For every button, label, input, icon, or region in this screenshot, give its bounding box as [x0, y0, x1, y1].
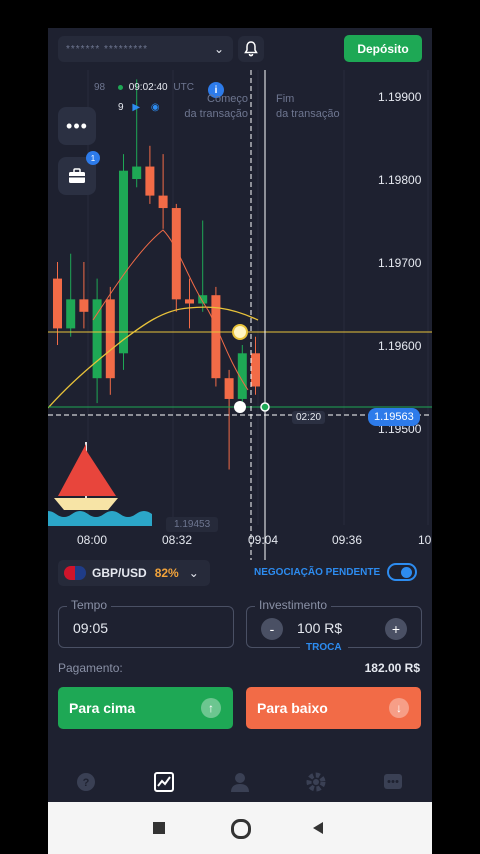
candle-body: [171, 208, 181, 300]
help-icon: ?: [77, 773, 95, 791]
asset-pair: GBP/USD: [92, 566, 147, 580]
chat-icon: [384, 774, 402, 789]
open-price-marker[interactable]: [232, 324, 248, 340]
live-dot-icon: [117, 85, 123, 90]
account-selector[interactable]: ******* ********* ⌄: [58, 36, 233, 62]
chart-icon: [154, 772, 174, 792]
currency-switch[interactable]: TROCA: [300, 642, 348, 653]
candle-body: [53, 278, 62, 329]
x-tick: 09:04: [248, 533, 279, 547]
flag-icon: [64, 566, 86, 580]
candle-body: [224, 378, 234, 399]
start-label-line2: da transação: [184, 108, 248, 120]
chevron-down-icon: ⌄: [188, 566, 199, 580]
current-price-marker: [234, 401, 246, 413]
nav-help[interactable]: ?: [72, 768, 100, 796]
payout-label: Pagamento:: [58, 661, 123, 675]
down-button[interactable]: Para baixo ↓: [246, 687, 421, 729]
payout-value: 182.00 R$: [364, 661, 420, 675]
bottom-nav: ?: [48, 764, 432, 802]
down-label: Para baixo: [257, 700, 328, 716]
start-label-line1: Começo: [207, 93, 248, 105]
bell-icon: [244, 41, 258, 57]
arrow-up-icon: ↑: [201, 698, 221, 718]
chart-time: 09:02:40: [128, 82, 168, 93]
pending-trade-label: NEGOCIAÇÃO PENDENTE: [254, 567, 381, 578]
home-button[interactable]: [231, 819, 251, 839]
system-nav-bar: [48, 802, 432, 854]
top-bar: ******* ********* ⌄ Depósito: [48, 28, 432, 70]
x-tick: 08:00: [77, 533, 108, 547]
up-button[interactable]: Para cima ↑: [58, 687, 233, 729]
svg-text:?: ?: [83, 777, 90, 789]
candle-body: [92, 299, 102, 379]
end-label-line2: da transação: [276, 108, 340, 120]
candle-body: [66, 299, 76, 329]
y-tick: 1.19600: [378, 339, 422, 353]
y-tick: 1.19900: [378, 90, 422, 104]
sailboat-icon: [48, 442, 152, 526]
end-label: Fim da transação: [276, 92, 340, 122]
partial-row2: 9: [118, 102, 124, 113]
moving-average-red-line: [92, 229, 249, 391]
investment-label: Investimento: [255, 598, 332, 612]
candle-body: [132, 166, 142, 179]
trade-marker: [260, 402, 270, 412]
x-tick: 08:32: [162, 533, 193, 547]
eye-icon[interactable]: ◉: [151, 102, 160, 113]
candle-body: [158, 195, 168, 209]
start-label: Começo da transação: [168, 92, 248, 122]
candle-body: [119, 170, 128, 354]
recents-button[interactable]: [153, 822, 165, 834]
profile-icon: [231, 773, 249, 792]
pending-trade-toggle[interactable]: [387, 563, 417, 581]
candle-body: [79, 299, 89, 312]
asset-selector[interactable]: GBP/USD 82% ⌄: [58, 560, 210, 586]
candle-body: [105, 299, 115, 379]
y-tick: 1.19800: [378, 173, 422, 187]
asset-payout: 82%: [154, 566, 179, 580]
deposit-button[interactable]: Depósito: [344, 35, 422, 62]
chevron-down-icon: ⌄: [213, 42, 225, 56]
notifications-button[interactable]: [238, 36, 264, 62]
x-tick: 10: [418, 533, 432, 547]
increase-button[interactable]: +: [385, 618, 407, 640]
price-chart[interactable]: ••• 1 98 09:02:40 UTC i 9 ▶ ◉ Começo da …: [48, 70, 432, 560]
chart-row2: 9 ▶ ◉: [118, 102, 160, 113]
more-icon: •••: [66, 115, 88, 136]
investment-value[interactable]: 100 R$: [297, 620, 342, 636]
countdown-label: 02:20: [292, 411, 326, 424]
arrow-down-icon: ↓: [389, 698, 409, 718]
menu-button[interactable]: •••: [58, 107, 96, 145]
settings-icon: [306, 772, 326, 792]
partial-text: 98: [94, 82, 106, 93]
toggle-knob: [401, 567, 412, 578]
candle-body: [251, 353, 260, 387]
briefcase-icon: [69, 168, 85, 183]
nav-chart[interactable]: [150, 768, 178, 796]
trading-app: ******* ********* ⌄ Depósito ••• 1 98 09…: [48, 28, 432, 802]
decrease-button[interactable]: -: [261, 618, 283, 640]
nav-profile[interactable]: [226, 768, 254, 796]
time-label: Tempo: [67, 598, 112, 612]
time-field[interactable]: Tempo 09:05: [58, 598, 234, 648]
play-icon: ▶: [132, 102, 141, 113]
nav-settings[interactable]: [302, 768, 330, 796]
end-label-line1: Fim: [276, 93, 295, 105]
back-icon[interactable]: [311, 821, 325, 835]
candle-body: [145, 166, 155, 196]
up-label: Para cima: [69, 700, 136, 716]
candle-body: [185, 299, 194, 304]
account-masked: ******* *********: [66, 43, 149, 55]
low-price-label: 1.19453: [166, 517, 219, 532]
portfolio-button[interactable]: 1: [58, 151, 100, 195]
nav-chat[interactable]: [379, 768, 407, 796]
y-tick: 1.19700: [378, 256, 422, 270]
current-price-tag: 1.19563: [368, 408, 420, 426]
time-value[interactable]: 09:05: [73, 620, 108, 636]
x-tick: 09:36: [332, 533, 363, 547]
portfolio-badge: 1: [86, 151, 100, 165]
